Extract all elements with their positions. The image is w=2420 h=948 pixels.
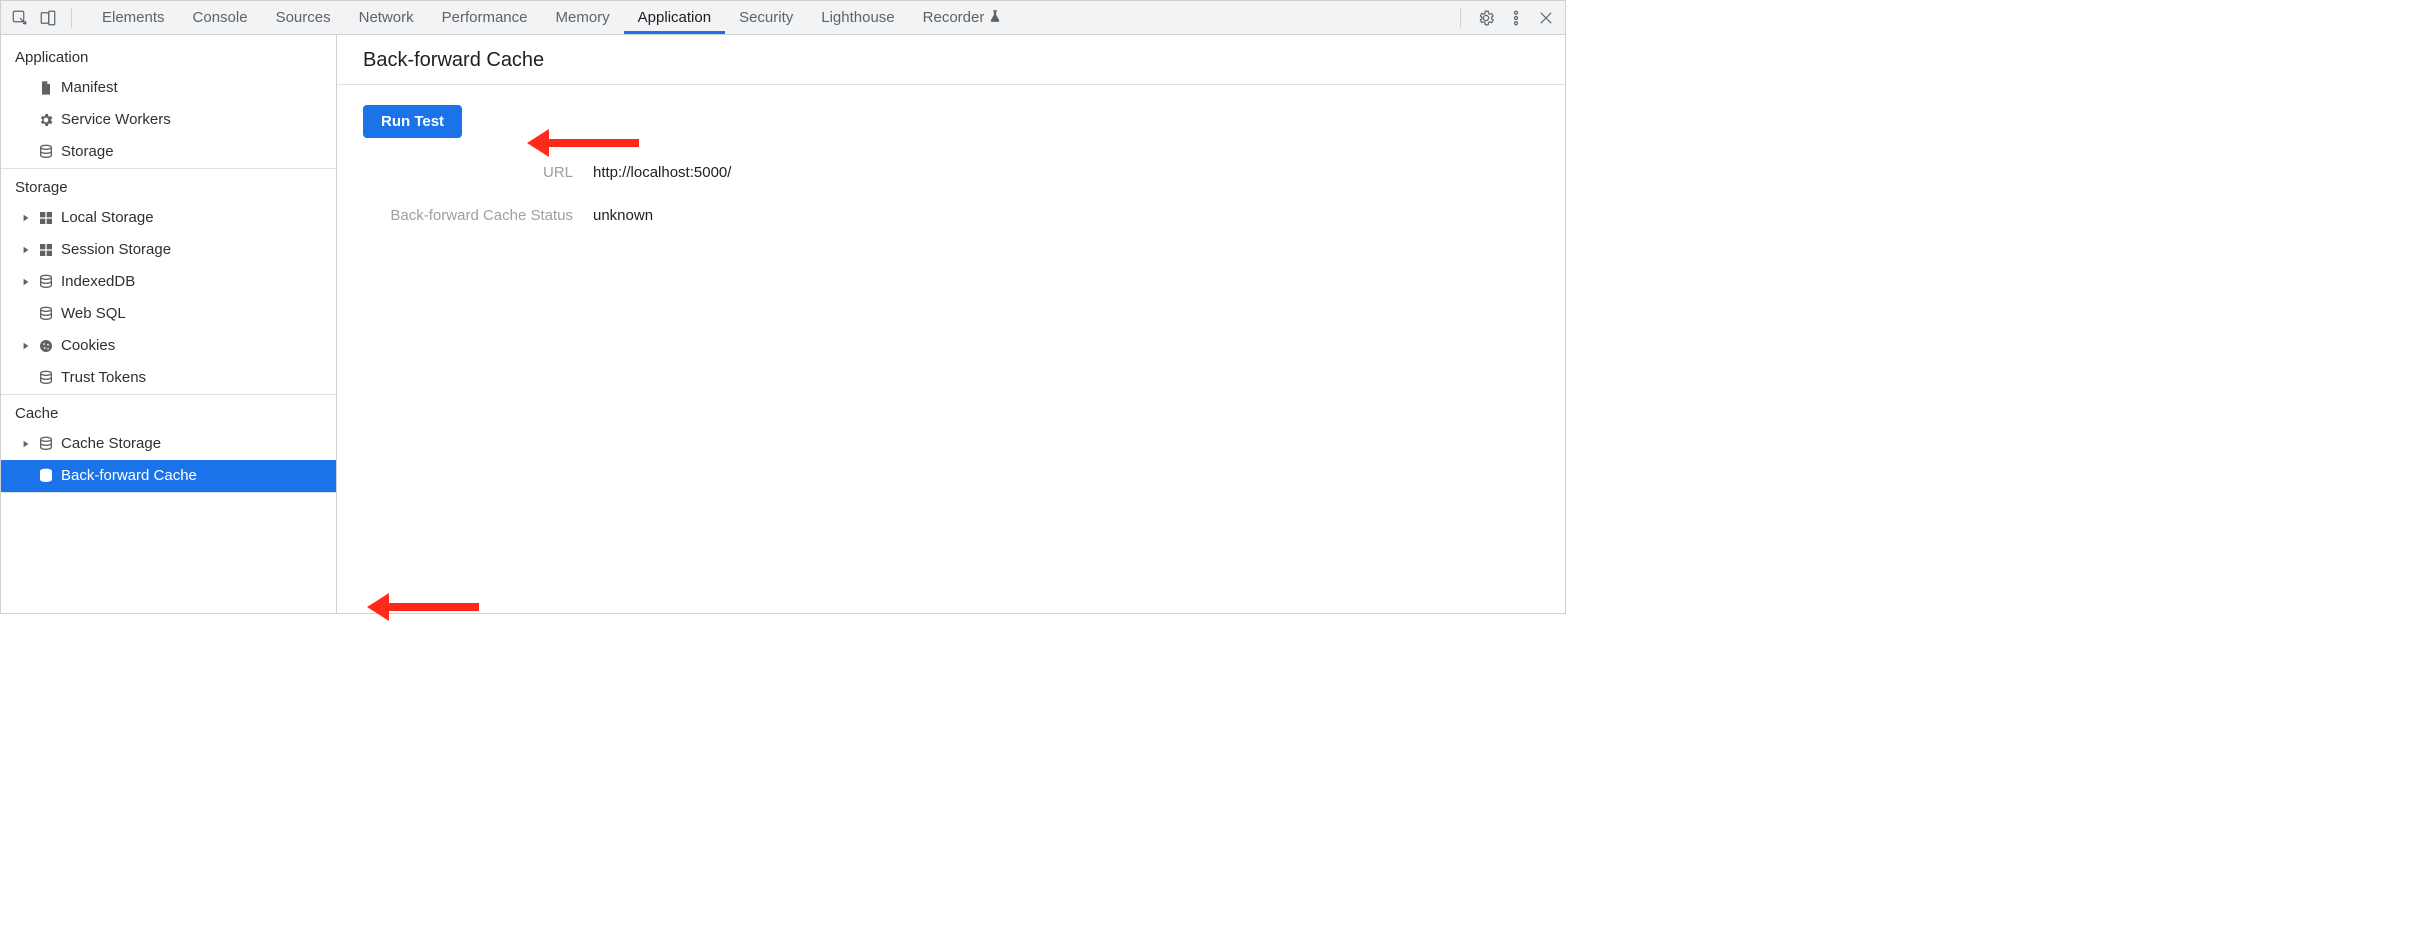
main-panel: Back-forward Cache Run Test URL http://l… [337, 35, 1565, 613]
tab-label: Security [739, 9, 793, 26]
tab-label: Network [359, 9, 414, 26]
info-value-bfcache-status: unknown [593, 207, 1539, 224]
sidebar-item-cache-storage[interactable]: Cache Storage [1, 428, 336, 460]
tab-lighthouse[interactable]: Lighthouse [807, 1, 908, 34]
sidebar-item-local-storage[interactable]: Local Storage [1, 202, 336, 234]
sidebar-item-label: Cookies [61, 334, 115, 358]
tab-label: Elements [102, 9, 165, 26]
tab-label: Recorder [923, 9, 985, 26]
sidebar-item-label: Local Storage [61, 206, 154, 230]
sidebar-item-back-forward-cache[interactable]: Back-forward Cache [1, 460, 336, 492]
tab-recorder[interactable]: Recorder [909, 1, 1017, 34]
tab-application[interactable]: Application [624, 1, 725, 34]
tab-elements[interactable]: Elements [88, 1, 179, 34]
sidebar-item-label: Trust Tokens [61, 366, 146, 390]
toolbar-divider [71, 8, 72, 28]
annotation-arrow [367, 593, 479, 621]
tab-label: Application [638, 9, 711, 26]
database-icon [37, 273, 55, 291]
tab-sources[interactable]: Sources [262, 1, 345, 34]
database-icon [37, 305, 55, 323]
devtools-toolbar: Elements Console Sources Network Perform… [1, 1, 1565, 35]
sidebar-item-storage[interactable]: Storage [1, 136, 336, 168]
sidebar-item-session-storage[interactable]: Session Storage [1, 234, 336, 266]
more-icon[interactable] [1505, 7, 1527, 29]
database-icon [37, 369, 55, 387]
expand-toggle[interactable] [21, 213, 31, 223]
expand-toggle[interactable] [21, 439, 31, 449]
sidebar-section-cache: Cache [1, 395, 336, 428]
devtools-tablist: Elements Console Sources Network Perform… [88, 1, 1448, 34]
tab-security[interactable]: Security [725, 1, 807, 34]
cookie-icon [37, 337, 55, 355]
tab-label: Performance [442, 9, 528, 26]
sidebar-item-label: Session Storage [61, 238, 171, 262]
sidebar-item-label: Storage [61, 140, 114, 164]
tab-performance[interactable]: Performance [428, 1, 542, 34]
tab-memory[interactable]: Memory [542, 1, 624, 34]
sidebar-item-websql[interactable]: Web SQL [1, 298, 336, 330]
flask-icon [988, 9, 1002, 27]
file-icon [37, 79, 55, 97]
sidebar-item-trust-tokens[interactable]: Trust Tokens [1, 362, 336, 394]
sidebar-item-label: Manifest [61, 76, 118, 100]
inspect-icon[interactable] [9, 7, 31, 29]
expand-toggle[interactable] [21, 245, 31, 255]
tab-label: Console [193, 9, 248, 26]
tab-label: Lighthouse [821, 9, 894, 26]
sidebar-section-storage: Storage [1, 169, 336, 202]
sidebar-item-manifest[interactable]: Manifest [1, 72, 336, 104]
application-sidebar: Application Manifest Service Workers [1, 35, 337, 613]
sidebar-item-cookies[interactable]: Cookies [1, 330, 336, 362]
sidebar-item-label: IndexedDB [61, 270, 135, 294]
page-title: Back-forward Cache [337, 35, 1565, 84]
sidebar-section-application: Application [1, 39, 336, 72]
sidebar-item-indexeddb[interactable]: IndexedDB [1, 266, 336, 298]
info-label-url: URL [363, 164, 573, 181]
database-icon [37, 435, 55, 453]
grid-icon [37, 209, 55, 227]
settings-icon[interactable] [1475, 7, 1497, 29]
run-test-button[interactable]: Run Test [363, 105, 462, 138]
gear-icon [37, 111, 55, 129]
database-icon [37, 467, 55, 485]
device-toggle-icon[interactable] [37, 7, 59, 29]
expand-toggle[interactable] [21, 277, 31, 287]
expand-toggle[interactable] [21, 341, 31, 351]
tab-label: Sources [276, 9, 331, 26]
sidebar-item-label: Web SQL [61, 302, 126, 326]
sidebar-item-service-workers[interactable]: Service Workers [1, 104, 336, 136]
sidebar-divider [1, 492, 336, 493]
sidebar-item-label: Cache Storage [61, 432, 161, 456]
sidebar-item-label: Service Workers [61, 108, 171, 132]
tab-network[interactable]: Network [345, 1, 428, 34]
sidebar-item-label: Back-forward Cache [61, 464, 197, 488]
tab-label: Memory [556, 9, 610, 26]
database-icon [37, 143, 55, 161]
tab-console[interactable]: Console [179, 1, 262, 34]
close-icon[interactable] [1535, 7, 1557, 29]
grid-icon [37, 241, 55, 259]
info-label-bfcache-status: Back-forward Cache Status [363, 207, 573, 224]
toolbar-divider [1460, 8, 1461, 28]
info-value-url: http://localhost:5000/ [593, 164, 1539, 181]
